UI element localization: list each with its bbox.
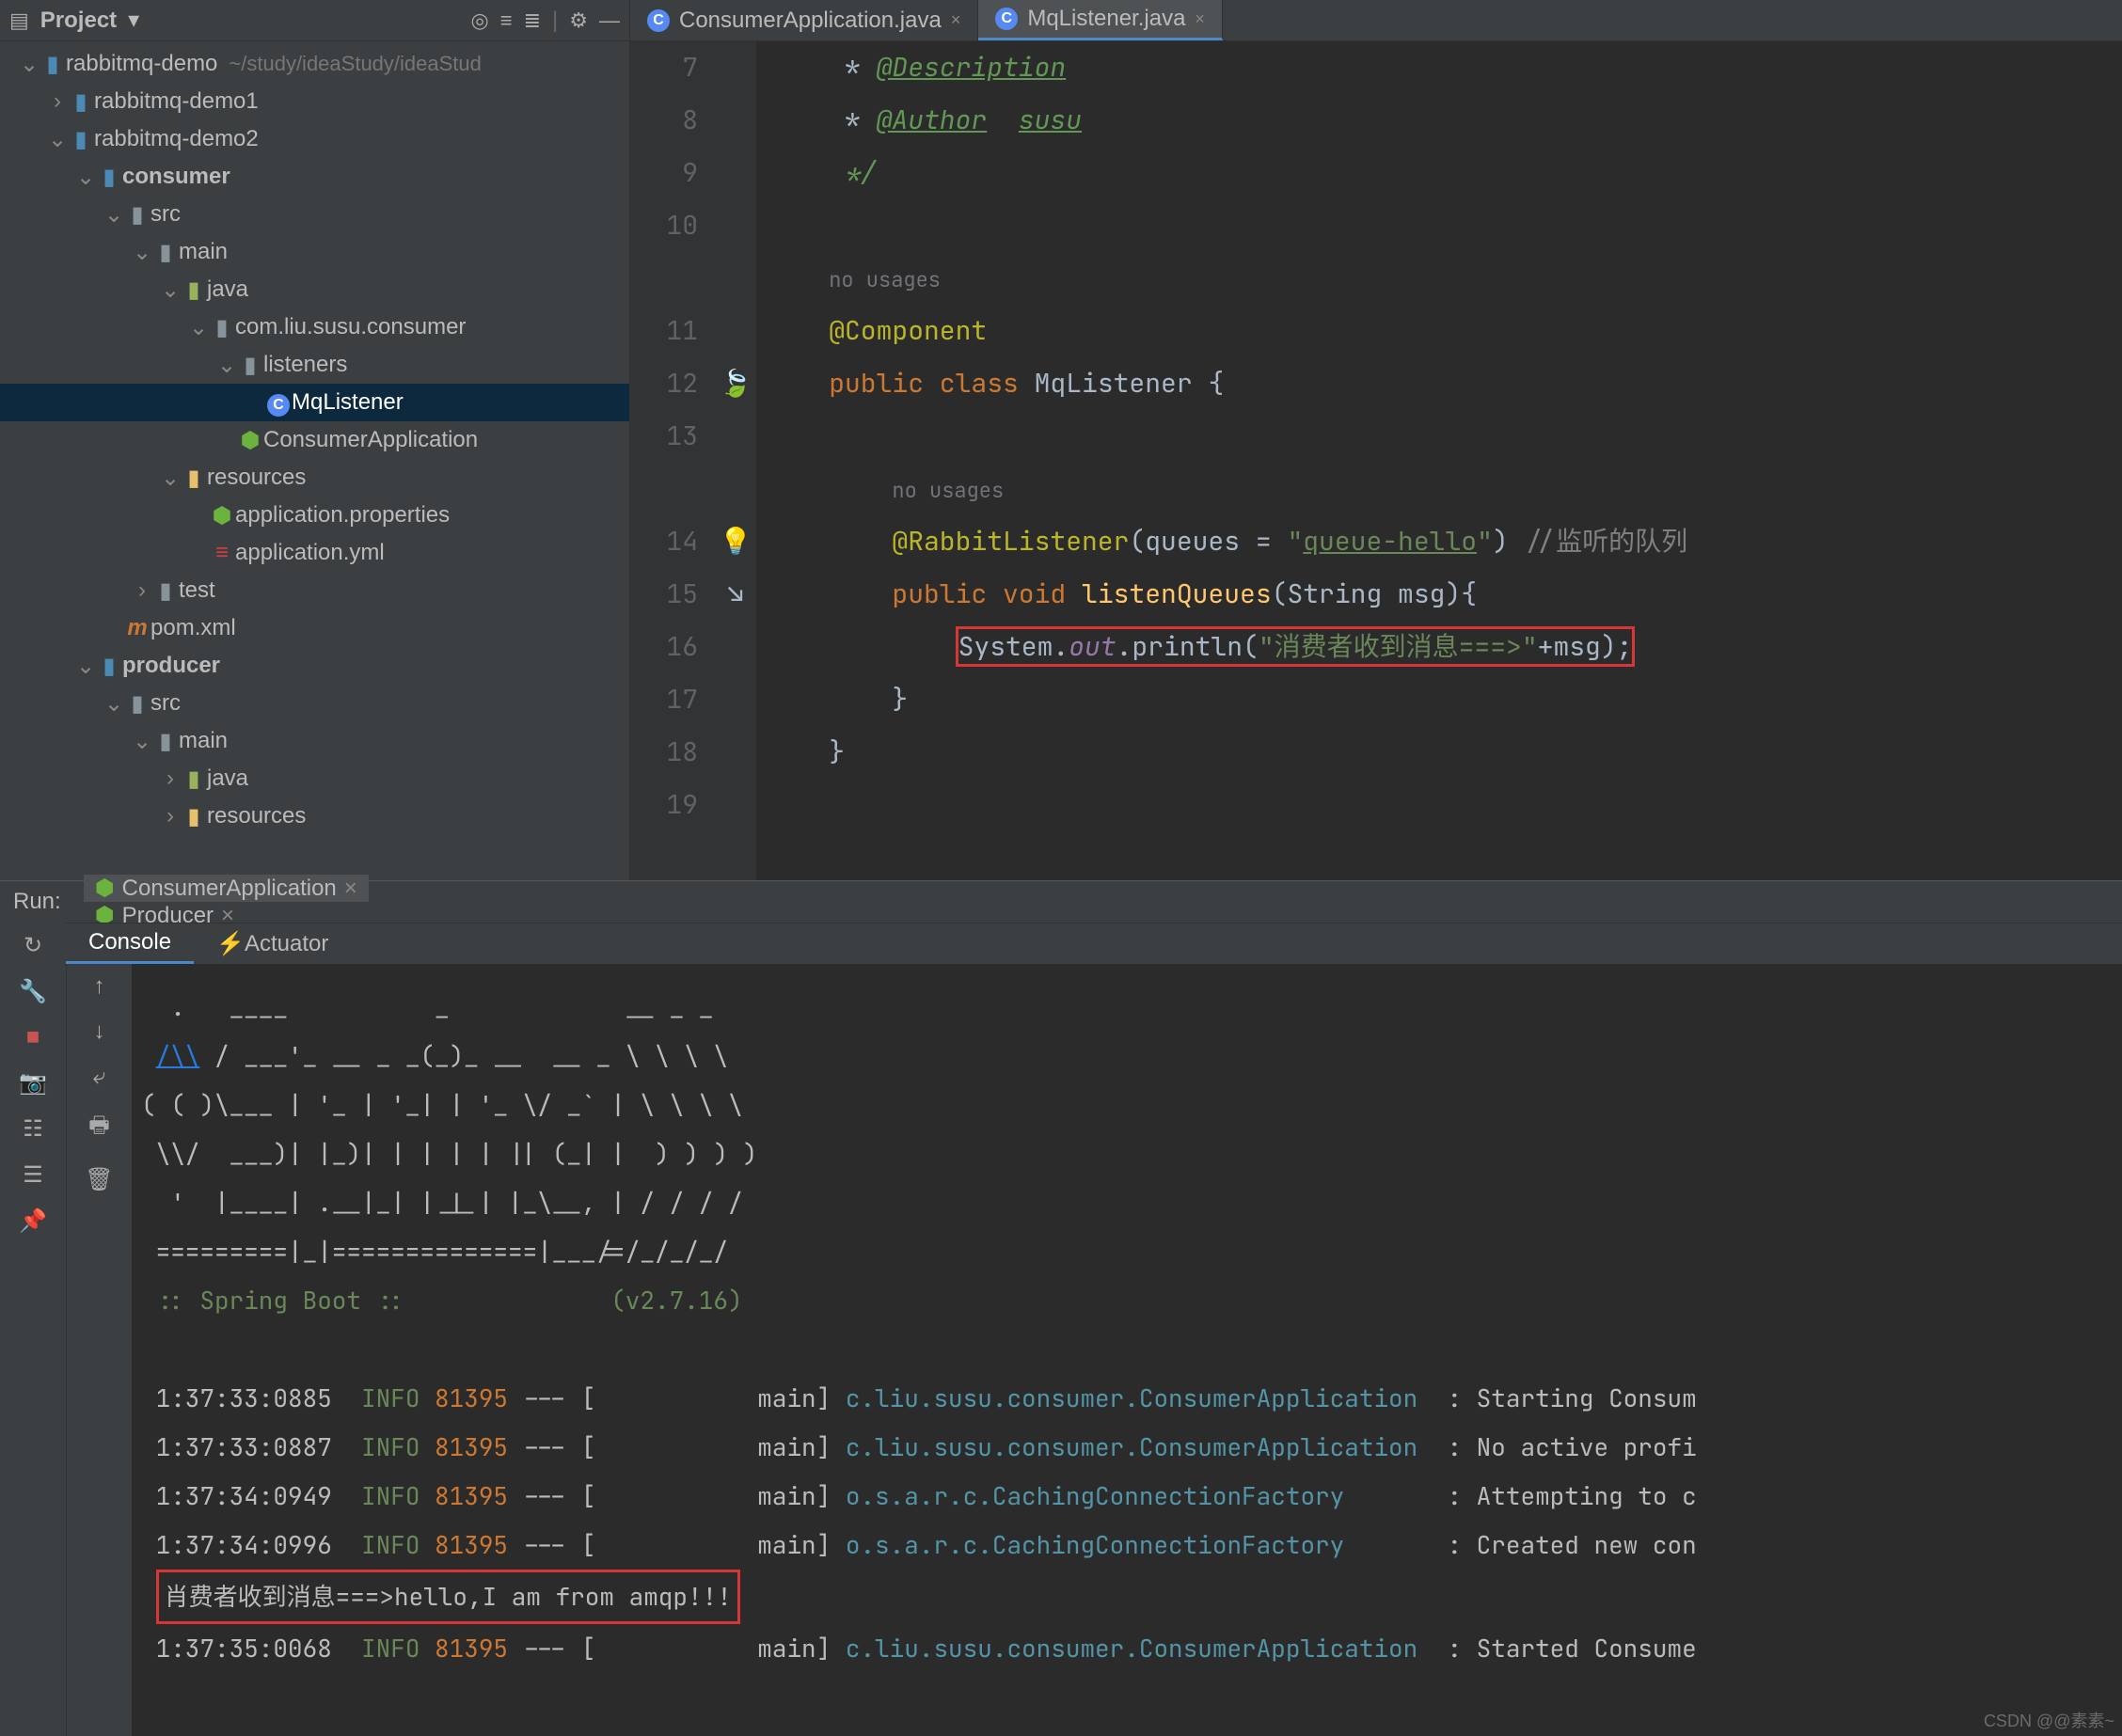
chevron-down-icon[interactable]: ▾: [128, 7, 139, 34]
: [715, 621, 756, 673]
leaf-icon[interactable]: 🍃: [715, 357, 756, 410]
trash-icon[interactable]: 🗑: [85, 1166, 113, 1193]
tree-item-rabbitmq-demo[interactable]: ⌄▮rabbitmq-demo~/study/ideaStudy/ideaStu…: [0, 45, 629, 83]
tree-item-java[interactable]: ⌄▮java: [0, 271, 629, 308]
spring-icon: ⬢: [95, 875, 115, 902]
print-sep-icon[interactable]: ☰: [23, 1161, 43, 1189]
: [715, 779, 756, 831]
tree-item-producer[interactable]: ⌄▮producer: [0, 647, 629, 685]
console-output[interactable]: . ____ _ __ _ _ /\\ / ___'_ __ _ _(_)_ _…: [132, 964, 2122, 1736]
project-header[interactable]: ▤ Project ▾ ◎ ≡ ≣ | ⚙ —: [0, 0, 629, 41]
tree-item-application-yml[interactable]: ≡application.yml: [0, 534, 629, 572]
: [715, 147, 756, 199]
up-icon[interactable]: ↑: [94, 973, 105, 1000]
watermark: CSDN @@素素~: [1984, 1708, 2114, 1732]
expand-icon[interactable]: ≣: [524, 8, 541, 33]
tree-item-src[interactable]: ⌄▮src: [0, 196, 629, 233]
: [715, 252, 756, 305]
hide-icon[interactable]: —: [599, 8, 620, 33]
tab-label: ConsumerApplication.java: [679, 8, 942, 34]
tree-item-src[interactable]: ⌄▮src: [0, 685, 629, 722]
run-subtab-actuator[interactable]: ⚡ Actuator: [194, 923, 351, 964]
bulb-icon[interactable]: 💡: [715, 515, 756, 568]
run-label: Run:: [13, 889, 61, 915]
: [715, 463, 756, 515]
gutter-icons: 🍃 💡↘: [715, 41, 756, 880]
camera-icon[interactable]: 📷: [19, 1069, 47, 1097]
: [715, 199, 756, 252]
class-icon: C: [647, 9, 670, 32]
layout-icon[interactable]: ☷: [23, 1115, 43, 1143]
source-code[interactable]: * @Description * @Author susu */ no usag…: [756, 41, 2122, 880]
wrap-icon[interactable]: ⤶: [93, 1064, 105, 1090]
stop-icon[interactable]: ■: [26, 1024, 40, 1050]
code-editor[interactable]: 78910 111213 141516171819 🍃 💡↘ * @Descrip…: [630, 41, 2122, 880]
rerun-icon[interactable]: ↻: [24, 932, 42, 959]
: [715, 305, 756, 357]
tree-item-rabbitmq-demo1[interactable]: ›▮rabbitmq-demo1: [0, 83, 629, 120]
editor-tab-mqlistener-java[interactable]: C MqListener.java ×: [978, 0, 1223, 40]
close-icon[interactable]: ×: [344, 876, 357, 902]
run-header: Run: ⬢ ConsumerApplication ×⬢ Producer ×: [0, 881, 2122, 923]
tree-item-com-liu-susu-consumer[interactable]: ⌄▮com.liu.susu.consumer: [0, 308, 629, 346]
tree-item-resources[interactable]: ›▮resources: [0, 797, 629, 835]
run-subtabs[interactable]: Console⚡ Actuator: [66, 923, 2122, 964]
target-icon[interactable]: ◎: [471, 8, 489, 33]
run-panel: Run: ⬢ ConsumerApplication ×⬢ Producer ×…: [0, 880, 2122, 1736]
run-toolbar-inner[interactable]: ↑ ↓ ⤶ 🖶 🗑: [66, 964, 132, 1736]
tree-item-main[interactable]: ⌄▮main: [0, 233, 629, 271]
tree-item-test[interactable]: ›▮test: [0, 572, 629, 609]
run-toolbar-left[interactable]: ↻ 🔧 ■ 📷 ☷ ☰ 📌: [0, 923, 66, 1736]
project-sidebar: ▤ Project ▾ ◎ ≡ ≣ | ⚙ — ⌄▮rabbitmq-demo~…: [0, 0, 630, 880]
tree-item-application-properties[interactable]: ⬢application.properties: [0, 497, 629, 534]
impl-icon[interactable]: ↘: [715, 568, 756, 621]
editor-tab-consumerapplication-java[interactable]: C ConsumerApplication.java ×: [630, 0, 978, 40]
project-tree[interactable]: ⌄▮rabbitmq-demo~/study/ideaStudy/ideaStu…: [0, 41, 629, 880]
project-title: Project: [40, 8, 117, 34]
close-icon[interactable]: ×: [951, 10, 961, 30]
collapse-icon[interactable]: ≡: [500, 8, 513, 33]
editor-area: C ConsumerApplication.java × C MqListener.ja…: [630, 0, 2122, 880]
tree-item-main[interactable]: ⌄▮main: [0, 722, 629, 760]
: [715, 94, 756, 147]
down-icon[interactable]: ↓: [94, 1018, 105, 1045]
run-subtab-console[interactable]: Console: [66, 923, 194, 964]
: [715, 410, 756, 463]
tree-item-java[interactable]: ›▮java: [0, 760, 629, 797]
tree-item-mqlistener[interactable]: CMqListener: [0, 384, 629, 421]
print-icon[interactable]: 🖶: [88, 1109, 110, 1147]
class-icon: C: [995, 8, 1018, 30]
tree-item-consumer[interactable]: ⌄▮consumer: [0, 158, 629, 196]
tree-item-resources[interactable]: ⌄▮resources: [0, 459, 629, 497]
gutter-linenums: 78910 111213 141516171819: [630, 41, 715, 880]
wrench-icon[interactable]: 🔧: [19, 978, 47, 1005]
pin-icon[interactable]: 📌: [19, 1207, 47, 1235]
: [715, 673, 756, 726]
gear-icon[interactable]: ⚙: [569, 8, 588, 33]
project-icon: ▤: [9, 8, 29, 33]
tree-item-rabbitmq-demo2[interactable]: ⌄▮rabbitmq-demo2: [0, 120, 629, 158]
: [715, 41, 756, 94]
tree-item-listeners[interactable]: ⌄▮listeners: [0, 346, 629, 384]
tree-item-consumerapplication[interactable]: ⬢ConsumerApplication: [0, 421, 629, 459]
editor-tabs[interactable]: C ConsumerApplication.java × C MqListener.ja…: [630, 0, 2122, 41]
run-tab-consumerapplication[interactable]: ⬢ ConsumerApplication ×: [84, 875, 369, 902]
: [715, 726, 756, 779]
tab-label: MqListener.java: [1027, 6, 1185, 32]
close-icon[interactable]: ×: [1195, 9, 1205, 29]
tree-item-pom-xml[interactable]: mpom.xml: [0, 609, 629, 647]
